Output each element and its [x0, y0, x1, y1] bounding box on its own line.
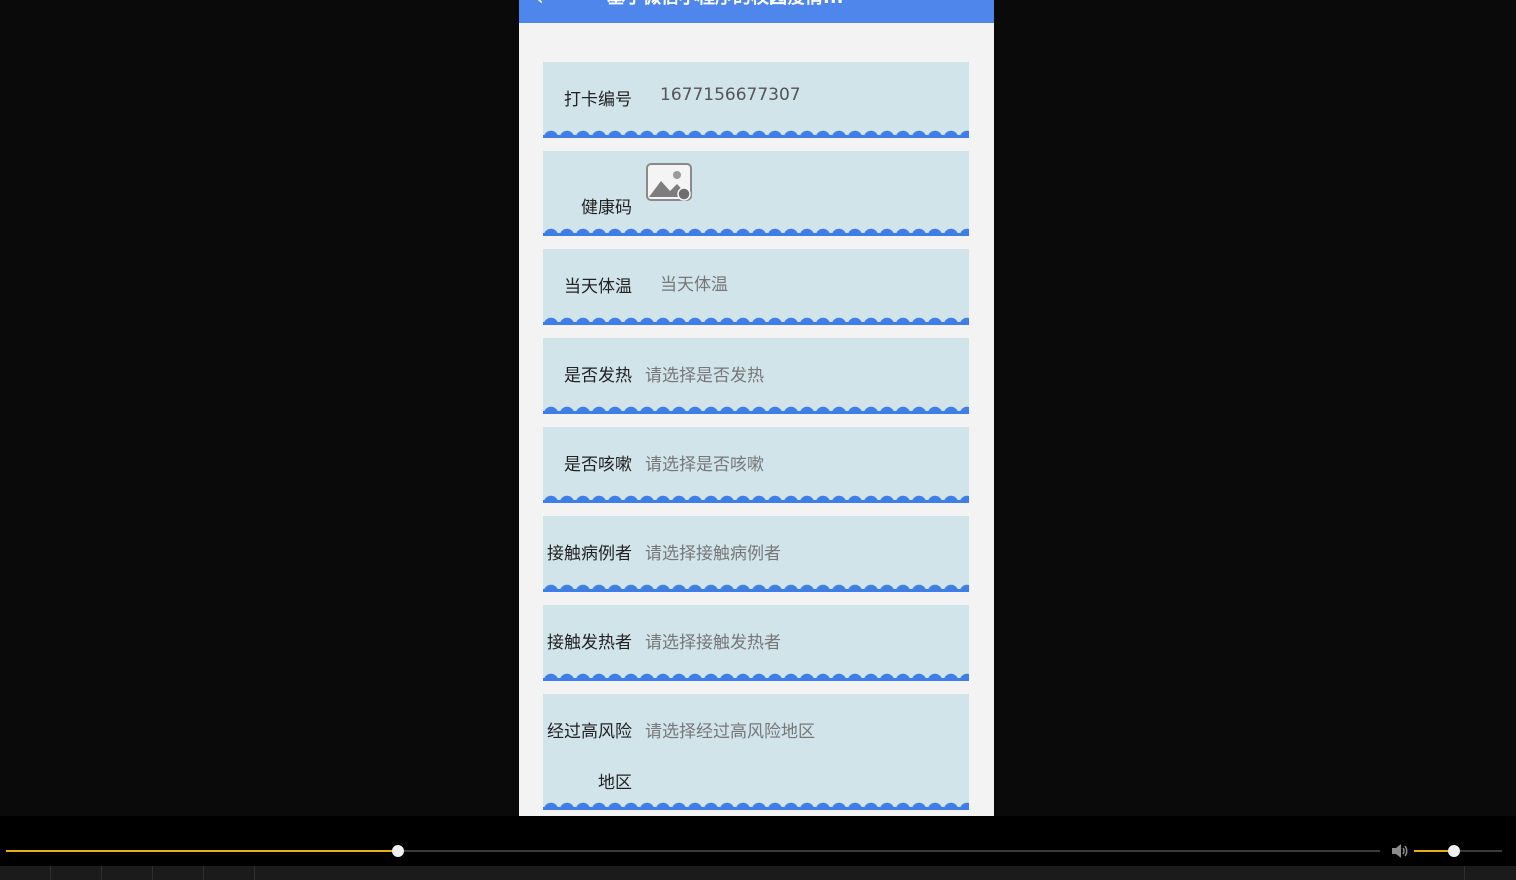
case-contact-select[interactable]: 请选择接触病例者: [645, 539, 781, 564]
toolbar-segment[interactable]: [204, 866, 255, 880]
seek-bar[interactable]: [6, 845, 1380, 857]
app-header: ‹ 基于微信小程序的校园疫情...: [519, 0, 994, 23]
field-label: 当天体温: [564, 277, 632, 297]
field-cough: 是否咳嗽 请选择是否咳嗽: [543, 427, 969, 503]
toolbar-segment[interactable]: [1464, 866, 1516, 880]
field-label: 是否发热: [564, 366, 632, 386]
high-risk-area-select[interactable]: 请选择经过高风险地区: [645, 717, 815, 742]
field-health-code: 健康码: [543, 151, 969, 236]
field-fever-contact: 接触发热者 请选择接触发热者: [543, 605, 969, 681]
fever-select[interactable]: 请选择是否发热: [645, 361, 764, 386]
wave-divider: [543, 583, 969, 592]
image-placeholder-icon[interactable]: [646, 163, 692, 201]
checkin-number-value: 1677156677307: [660, 85, 801, 105]
wave-divider: [543, 129, 969, 138]
field-label: 健康码: [581, 198, 632, 218]
field-checkin-number: 打卡编号 1677156677307: [543, 62, 969, 138]
wave-divider: [543, 672, 969, 681]
field-label: 接触病例者: [547, 544, 632, 564]
field-label-line1: 经过高风险: [547, 722, 632, 742]
cough-select[interactable]: 请选择是否咳嗽: [645, 450, 764, 475]
field-label: 接触发热者: [547, 633, 632, 653]
seek-thumb[interactable]: [391, 845, 404, 857]
wave-divider: [543, 227, 969, 236]
wave-divider: [543, 494, 969, 503]
volume-thumb[interactable]: [1447, 845, 1460, 857]
wave-divider: [543, 316, 969, 325]
toolbar-segment[interactable]: [51, 866, 102, 880]
temperature-input[interactable]: 当天体温: [660, 270, 728, 295]
field-label: 打卡编号: [564, 90, 632, 110]
toolbar-segment[interactable]: [102, 866, 153, 880]
field-temperature: 当天体温 当天体温: [543, 249, 969, 325]
field-label: 是否咳嗽: [564, 455, 632, 475]
back-icon[interactable]: ‹: [535, 0, 544, 10]
phone-screen: ‹ 基于微信小程序的校园疫情... 打卡编号 1677156677307 健康码…: [519, 0, 994, 816]
wave-divider: [543, 801, 969, 810]
toolbar-segment[interactable]: [153, 866, 204, 880]
field-label-line2: 地区: [598, 773, 632, 793]
volume-slider[interactable]: [1414, 845, 1502, 857]
field-fever: 是否发热 请选择是否发热: [543, 338, 969, 414]
field-high-risk-area: 经过高风险 地区 请选择经过高风险地区: [543, 694, 969, 810]
toolbar-segment[interactable]: [0, 866, 51, 880]
field-case-contact: 接触病例者 请选择接触病例者: [543, 516, 969, 592]
seek-progress: [6, 850, 398, 852]
speaker-icon[interactable]: [1391, 843, 1409, 859]
wave-divider: [543, 405, 969, 414]
fever-contact-select[interactable]: 请选择接触发热者: [645, 628, 781, 653]
header-title: 基于微信小程序的校园疫情...: [607, 0, 844, 9]
bottom-toolbar: [0, 866, 1516, 880]
